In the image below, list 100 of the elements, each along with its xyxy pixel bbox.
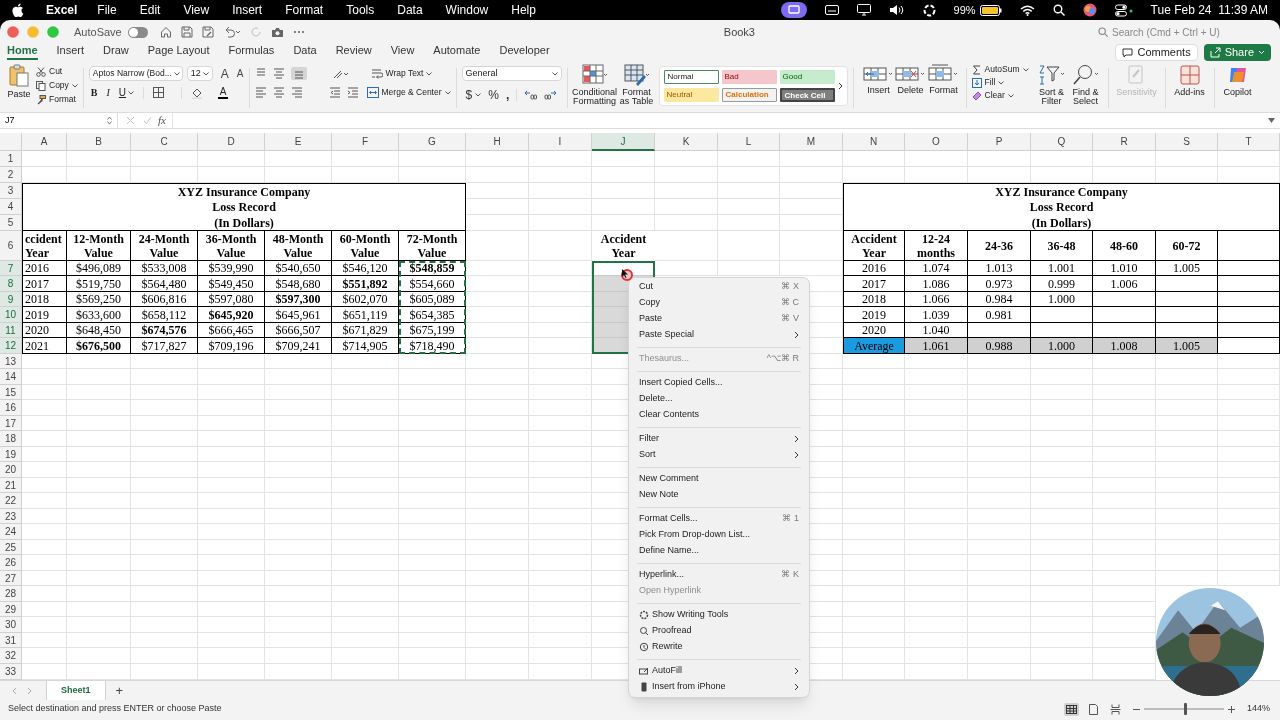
increase-indent-icon[interactable] [346, 86, 359, 99]
row-header[interactable]: 1 [0, 151, 22, 167]
cell-style[interactable]: Neutral [663, 88, 719, 102]
menu-item[interactable]: Tools [346, 1, 375, 19]
row-header[interactable]: 12 [0, 338, 22, 354]
zoom-in-icon[interactable] [1227, 705, 1235, 713]
menu-item[interactable]: Filter [629, 431, 809, 447]
ribbon-tab[interactable]: Draw [103, 44, 129, 60]
menu-item[interactable]: File [97, 1, 117, 19]
copilot-button[interactable]: Copilot [1219, 64, 1256, 112]
ribbon-tab[interactable]: Review [335, 44, 372, 60]
more-icon[interactable] [292, 30, 305, 34]
enter-icon[interactable] [143, 116, 152, 125]
normal-view-icon[interactable] [1065, 704, 1077, 714]
ribbon-tab[interactable]: Data [293, 44, 317, 60]
home-icon[interactable] [159, 26, 172, 38]
row-header[interactable]: 25 [0, 540, 22, 555]
comments-button[interactable]: Comments [1115, 44, 1198, 61]
wrap-text-button[interactable]: Wrap Text [370, 67, 433, 80]
insert-function-button[interactable]: fx [158, 112, 166, 129]
column-header[interactable]: G [399, 133, 466, 151]
row-header[interactable]: 27 [0, 571, 22, 586]
column-header[interactable]: H [466, 133, 529, 151]
decrease-decimal-icon[interactable] [544, 89, 558, 101]
autosave-toggle[interactable] [127, 26, 148, 38]
row-header[interactable]: 26 [0, 555, 22, 571]
menu-item[interactable]: Sort [629, 447, 809, 463]
fill-button[interactable]: Fill [971, 77, 1029, 88]
row-header[interactable]: 28 [0, 586, 22, 602]
conditional-formatting-button[interactable]: Conditional Formatting [572, 64, 617, 112]
redo-icon[interactable] [249, 26, 262, 38]
row-header[interactable]: 21 [0, 478, 22, 493]
align-right-icon[interactable] [290, 86, 303, 99]
cell-style[interactable]: Check Cell [779, 88, 835, 102]
row-header[interactable]: 29 [0, 602, 22, 617]
column-header[interactable]: R [1093, 133, 1156, 151]
row-header[interactable]: 19 [0, 447, 22, 462]
menu-item[interactable]: Clear Contents [629, 407, 809, 423]
row-header[interactable]: 23 [0, 509, 22, 524]
control-center-icon[interactable] [1114, 3, 1133, 17]
comma-style-button[interactable]: , [505, 86, 510, 104]
clear-button[interactable]: Clear [971, 90, 1029, 101]
row-header[interactable]: 20 [0, 462, 22, 478]
next-sheet-icon[interactable] [27, 686, 32, 695]
menu-item[interactable]: Insert from iPhone [629, 679, 809, 695]
spinner-icon[interactable] [922, 3, 936, 17]
ribbon-tab[interactable]: Home [7, 44, 38, 60]
menu-item[interactable]: Help [511, 1, 536, 19]
zoom-percent[interactable]: 144% [1246, 702, 1270, 716]
row-header[interactable]: 17 [0, 416, 22, 431]
row-header[interactable]: 9 [0, 292, 22, 307]
row-header[interactable]: 11 [0, 323, 22, 338]
previous-sheet-icon[interactable] [12, 686, 17, 695]
row-header[interactable]: 24 [0, 524, 22, 540]
cell-style[interactable]: Good [779, 70, 835, 84]
zoom-slider-thumb[interactable] [1184, 703, 1188, 715]
chevron-right-icon[interactable] [837, 82, 843, 90]
align-middle-icon[interactable] [272, 67, 285, 80]
grow-font-button[interactable]: A [220, 67, 229, 80]
expand-icon[interactable] [1267, 117, 1276, 124]
number-format-dropdown[interactable]: General [461, 66, 562, 81]
cancel-icon[interactable] [126, 116, 135, 125]
format-painter-button[interactable]: Format [36, 94, 78, 105]
row-header[interactable]: 6 [0, 231, 22, 261]
column-header[interactable]: Q [1031, 133, 1093, 151]
menu-item[interactable]: Pick From Drop-down List... [629, 527, 809, 543]
screen-share-icon[interactable] [780, 2, 807, 18]
menu-item[interactable]: Show Writing Tools [629, 607, 809, 623]
align-left-icon[interactable] [254, 86, 267, 99]
page-break-icon[interactable] [1109, 703, 1121, 715]
maximize-window-icon[interactable] [47, 26, 59, 38]
column-header[interactable]: L [718, 133, 780, 151]
shrink-font-button[interactable]: A [236, 67, 244, 80]
row-header[interactable]: 5 [0, 215, 22, 231]
name-box[interactable]: J7 [0, 113, 118, 128]
column-header[interactable]: F [332, 133, 399, 151]
menu-item[interactable]: Edit [139, 1, 161, 19]
menu-item[interactable]: Format Cells... ⌘ 1 [629, 511, 809, 527]
column-header[interactable]: P [968, 133, 1031, 151]
format-as-table-button[interactable]: Format as Table [618, 64, 655, 112]
row-header[interactable]: 33 [0, 664, 22, 680]
row-header[interactable]: 22 [0, 493, 22, 509]
keyboard-icon[interactable] [824, 5, 839, 15]
app-name[interactable]: Excel [46, 1, 78, 19]
row-header[interactable]: 10 [0, 307, 22, 323]
column-header[interactable]: B [67, 133, 131, 151]
row-header[interactable]: 13 [0, 354, 22, 369]
ribbon-tab[interactable]: Automate [433, 44, 481, 60]
camera-icon[interactable] [270, 26, 284, 38]
add-sheet-button[interactable]: + [115, 680, 124, 701]
column-header[interactable]: M [780, 133, 843, 151]
row-header[interactable]: 18 [0, 431, 22, 447]
font-color-button[interactable]: A [218, 86, 229, 99]
column-header[interactable]: I [529, 133, 592, 151]
row-header[interactable]: 14 [0, 369, 22, 385]
delete-cells-button[interactable]: Delete [894, 64, 927, 112]
cell-style[interactable]: Normal [663, 70, 719, 84]
page-layout-icon[interactable] [1088, 703, 1098, 715]
column-header[interactable]: O [905, 133, 968, 151]
cut-button[interactable]: Cut [36, 66, 78, 77]
